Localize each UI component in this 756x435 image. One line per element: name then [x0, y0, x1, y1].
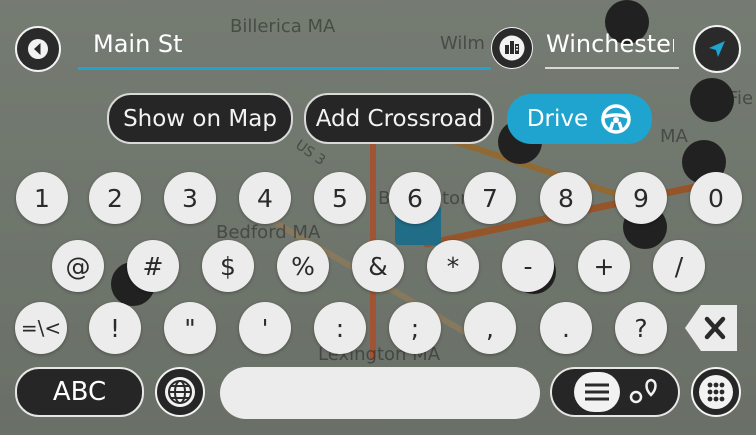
- place-type-button[interactable]: [491, 27, 533, 69]
- backspace-x-icon: [685, 305, 737, 351]
- keypad-icon: [699, 375, 733, 409]
- key[interactable]: @: [52, 240, 104, 292]
- list-map-toggle-icon: [574, 372, 657, 412]
- key[interactable]: 4: [239, 172, 291, 224]
- language-button[interactable]: [155, 367, 205, 417]
- key[interactable]: *: [427, 240, 479, 292]
- key[interactable]: ,: [464, 302, 516, 354]
- key[interactable]: -: [502, 240, 554, 292]
- show-on-map-label: Show on Map: [123, 105, 277, 132]
- key[interactable]: +: [578, 240, 630, 292]
- abc-key[interactable]: ABC: [15, 367, 144, 417]
- back-arrow-icon: [28, 39, 48, 59]
- keypad-button[interactable]: [691, 367, 741, 417]
- location-button[interactable]: [693, 25, 741, 73]
- key[interactable]: 2: [89, 172, 141, 224]
- backspace-button[interactable]: [681, 303, 739, 353]
- key[interactable]: ;: [389, 302, 441, 354]
- key[interactable]: 5: [314, 172, 366, 224]
- key[interactable]: &: [352, 240, 404, 292]
- key[interactable]: 6: [389, 172, 441, 224]
- key[interactable]: !: [89, 302, 141, 354]
- key[interactable]: ': [239, 302, 291, 354]
- symbols-toggle-key[interactable]: =\<: [15, 302, 67, 354]
- globe-icon: [165, 377, 195, 407]
- back-button[interactable]: [15, 26, 61, 72]
- area-input-underline: [545, 67, 679, 69]
- drive-label: Drive: [526, 106, 589, 132]
- steering-wheel-icon: [601, 104, 631, 134]
- key[interactable]: $: [202, 240, 254, 292]
- key[interactable]: .: [540, 302, 592, 354]
- navigation-arrow-icon: [709, 41, 725, 57]
- key[interactable]: 9: [615, 172, 667, 224]
- show-on-map-button[interactable]: Show on Map: [107, 93, 293, 144]
- drive-button[interactable]: Drive: [507, 94, 652, 144]
- key[interactable]: 3: [164, 172, 216, 224]
- area-input[interactable]: Winchester,: [546, 30, 674, 58]
- add-crossroad-button[interactable]: Add Crossroad: [304, 93, 494, 144]
- key[interactable]: #: [127, 240, 179, 292]
- screen: Billerica MA Wilm Bedford MA Burlington …: [0, 0, 756, 435]
- key[interactable]: %: [277, 240, 329, 292]
- key[interactable]: 7: [464, 172, 516, 224]
- key[interactable]: ?: [615, 302, 667, 354]
- add-crossroad-label: Add Crossroad: [315, 105, 483, 132]
- key[interactable]: ": [164, 302, 216, 354]
- search-input[interactable]: Main St: [93, 30, 183, 58]
- key[interactable]: 1: [16, 172, 68, 224]
- key[interactable]: 8: [540, 172, 592, 224]
- space-key[interactable]: [220, 367, 540, 419]
- key[interactable]: /: [653, 240, 705, 292]
- key[interactable]: 0: [690, 172, 742, 224]
- city-buildings-icon: [499, 35, 525, 61]
- search-input-underline: [78, 67, 491, 70]
- list-map-toggle[interactable]: [550, 367, 680, 417]
- key[interactable]: :: [314, 302, 366, 354]
